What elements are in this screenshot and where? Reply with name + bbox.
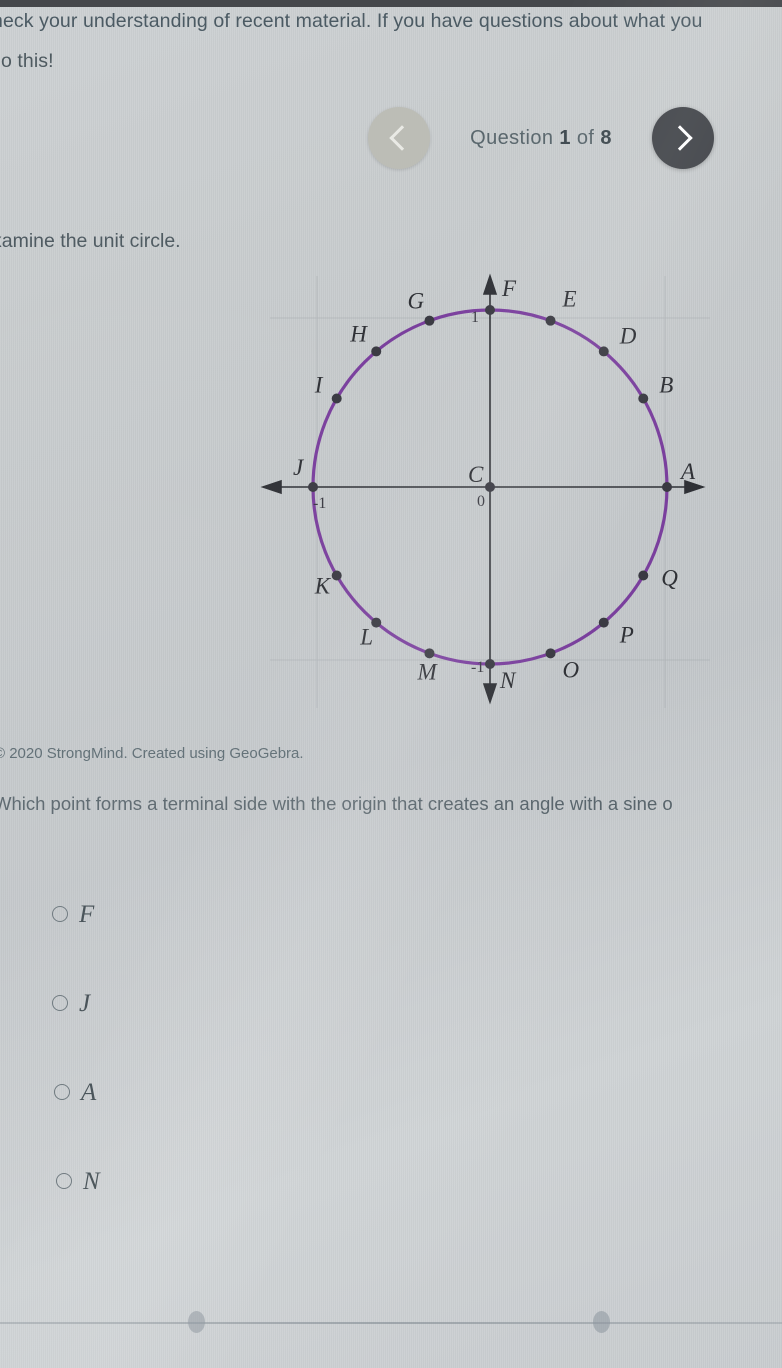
radio-button-a[interactable]: [54, 1084, 70, 1100]
point-J-marker[interactable]: [308, 482, 318, 492]
answer-label-n: N: [83, 1167, 100, 1195]
divider-dot-left: [188, 1311, 205, 1333]
point-G-marker[interactable]: [424, 315, 435, 326]
tick-label-origin: 0: [477, 493, 485, 510]
answer-option-n[interactable]: N: [56, 1163, 352, 1199]
unit-circle-graphic: A BD E F G H I J K L M N O P Q 1 -1 0 -1 C: [260, 273, 710, 708]
circle-point-group: A BD E F G H I J K L M N O P Q: [293, 276, 696, 693]
point-F-marker[interactable]: [485, 305, 495, 315]
point-C-label: C: [468, 462, 484, 487]
question-total-number: 8: [600, 126, 612, 149]
next-question-button[interactable]: [651, 107, 714, 169]
point-H-label: H: [349, 321, 368, 346]
unit-circle-applet[interactable]: A BD E F G H I J K L M N O P Q 1 -1 0 -1 C: [255, 268, 725, 718]
tick-label-y-bottom: -1: [471, 659, 484, 676]
point-D-label: D: [619, 323, 637, 348]
chevron-left-icon: [388, 125, 415, 151]
question-stem: Which point forms a terminal side with t…: [0, 793, 673, 814]
point-B-marker[interactable]: [638, 393, 649, 404]
axis-tick-labels: 1 -1 0 -1: [313, 309, 485, 676]
answer-label-j: J: [79, 989, 91, 1017]
point-I-label: I: [314, 373, 324, 398]
answer-option-a[interactable]: A: [54, 1074, 352, 1110]
point-A-marker[interactable]: [662, 482, 672, 492]
question-counter-of: of: [576, 126, 595, 149]
radio-button-j[interactable]: [52, 995, 68, 1011]
point-C-marker[interactable]: [485, 482, 495, 492]
point-D-marker[interactable]: [598, 346, 609, 357]
point-L-label: L: [359, 625, 373, 650]
point-Q-marker[interactable]: [638, 570, 649, 581]
point-Q-label: Q: [661, 566, 678, 591]
point-H-marker[interactable]: [371, 346, 382, 357]
examine-instruction: xamine the unit circle.: [0, 230, 181, 252]
point-E-marker[interactable]: [545, 315, 556, 326]
point-K-marker[interactable]: [331, 570, 342, 581]
point-B-label: B: [659, 373, 673, 398]
point-M-label: M: [416, 659, 438, 684]
divider-dot-right: [593, 1311, 610, 1333]
intro-line-2: do this!: [0, 49, 54, 72]
point-G-label: G: [407, 289, 424, 314]
point-I-marker[interactable]: [331, 393, 342, 404]
point-M-marker[interactable]: [424, 648, 435, 659]
point-A-label: A: [679, 459, 696, 484]
answer-option-f[interactable]: F: [52, 896, 352, 932]
answer-option-j[interactable]: J: [52, 985, 352, 1021]
status-bar: [0, 0, 782, 7]
point-O-label: O: [563, 657, 580, 682]
point-J-label: J: [293, 455, 305, 480]
tick-label-y-top: 1: [471, 309, 479, 326]
question-counter: Question 1 of 8: [470, 127, 612, 150]
coordinate-axes: [260, 273, 706, 705]
chevron-right-icon: [667, 125, 694, 151]
previous-question-button[interactable]: [368, 107, 430, 169]
point-O-marker[interactable]: [545, 648, 556, 659]
radio-button-f[interactable]: [52, 906, 68, 922]
point-E-label: E: [562, 287, 577, 312]
point-N-label: N: [499, 668, 517, 693]
intro-line-1: heck your understanding of recent materi…: [0, 10, 703, 32]
point-P-marker[interactable]: [598, 617, 609, 628]
point-F-label: F: [501, 276, 517, 301]
question-counter-prefix: Question: [470, 126, 554, 149]
attribution-text: © 2020 StrongMind. Created using GeoGebr…: [0, 745, 304, 762]
radio-button-n[interactable]: [56, 1173, 72, 1189]
point-N-marker[interactable]: [485, 659, 495, 669]
tick-label-x-left: -1: [313, 495, 326, 512]
answer-choice-list: F J A N: [52, 896, 352, 1252]
point-P-label: P: [619, 623, 634, 648]
answer-label-a: A: [81, 1078, 97, 1106]
intro-paragraph: heck your understanding of recent materi…: [0, 8, 782, 71]
point-K-label: K: [314, 574, 332, 599]
question-navigation: Question 1 of 8: [368, 106, 714, 170]
answer-label-f: F: [79, 900, 95, 928]
bottom-divider: [0, 1322, 782, 1324]
question-current-number: 1: [559, 126, 571, 149]
